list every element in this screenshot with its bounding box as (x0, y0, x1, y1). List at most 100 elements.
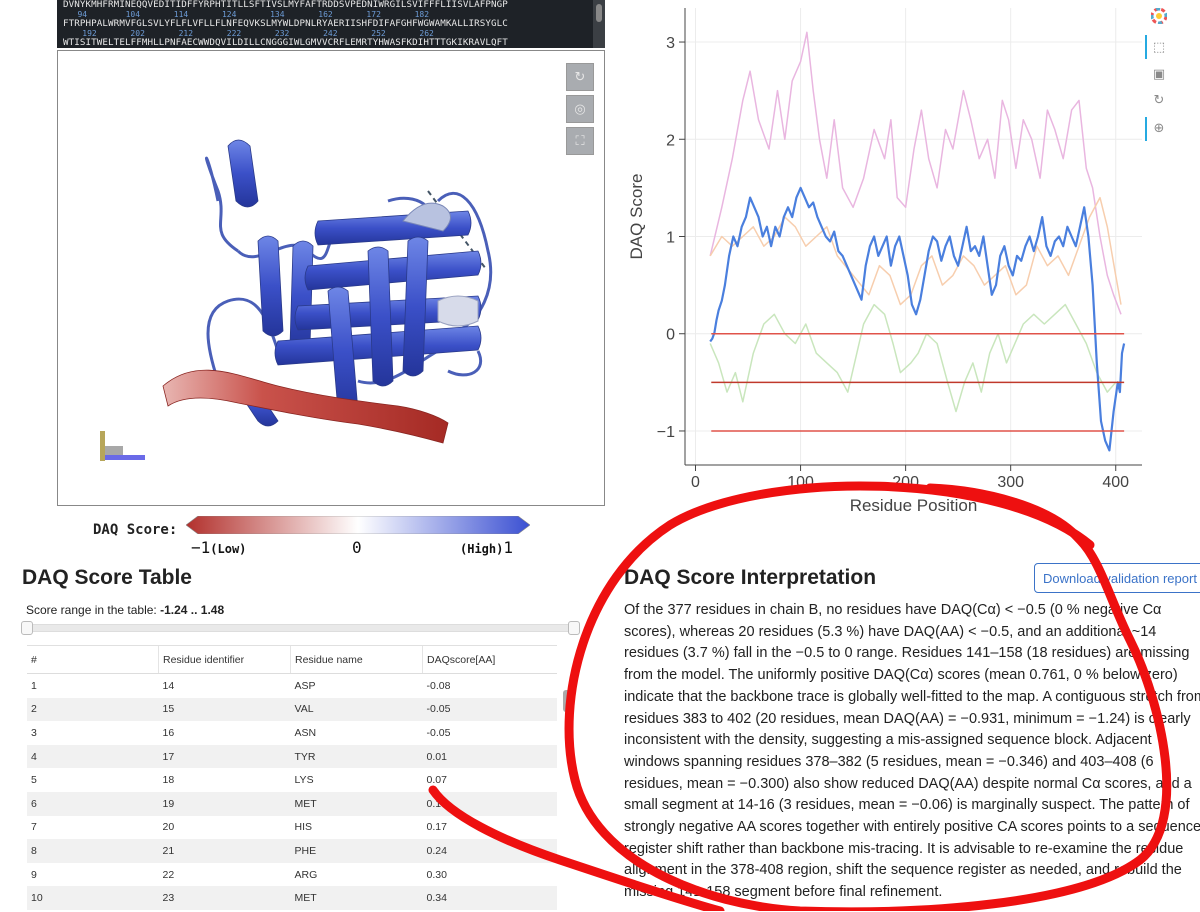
box-zoom-icon[interactable]: ⬚ (1150, 38, 1168, 56)
table-cell: 22 (159, 863, 291, 887)
table-cell: 0.34 (423, 886, 558, 910)
table-cell: 0.17 (423, 816, 558, 840)
range-label: Score range in the table: (26, 603, 157, 617)
table-cell: 0.24 (423, 839, 558, 863)
download-report-button[interactable]: Download validation report (1034, 563, 1200, 593)
series-line (710, 198, 1121, 305)
table-cell: 7 (27, 816, 159, 840)
table-cell: ASN (291, 721, 423, 745)
x-tick-label: 400 (1102, 474, 1129, 491)
table-row[interactable]: 215VAL-0.05 (27, 698, 557, 722)
table-cell: 0.01 (423, 745, 558, 769)
table-row[interactable]: 114ASP-0.08 (27, 674, 557, 698)
interpretation-title: DAQ Score Interpretation (624, 566, 876, 590)
reset-icon[interactable]: ↻ (1150, 91, 1168, 109)
score-table: # Residue identifier Residue name DAQsco… (27, 646, 557, 912)
colorbar-low-label: (Low) (210, 542, 246, 556)
range-slider[interactable] (22, 624, 577, 632)
table-cell: -0.08 (423, 674, 558, 698)
spin-icon: ↻ (575, 70, 586, 85)
slider-max-handle[interactable] (568, 621, 580, 635)
fullscreen-icon: ⛶ (575, 134, 584, 149)
table-cell: 1 (27, 674, 159, 698)
y-tick-label: 1 (666, 230, 675, 247)
axes-indicator (100, 431, 145, 461)
range-text: Score range in the table: -1.24 .. 1.48 (26, 603, 224, 617)
column-header[interactable]: DAQscore[AA] (423, 646, 558, 674)
table-cell: 2 (27, 698, 159, 722)
table-cell: 6 (27, 792, 159, 816)
colorbar-high-value: 1 (503, 538, 513, 557)
sequence-scrollbar[interactable] (593, 0, 605, 48)
protein-cartoon (58, 51, 604, 505)
table-cell: 17 (159, 745, 291, 769)
sequence-line: FTRPHPALWRMVFGLSVLYFLFLVFLLFLNFEQVKSLMYW… (63, 19, 589, 30)
slider-min-handle[interactable] (21, 621, 33, 635)
table-cell: 9 (27, 863, 159, 887)
sequence-panel: DVNYKMHFRMINEQQVEDITIDFFYRPHTITLLSFTIVSL… (57, 0, 593, 48)
structure-viewer[interactable]: ↻ ◎ ⛶ (57, 50, 605, 506)
table-cell: 21 (159, 839, 291, 863)
table-cell: 15 (159, 698, 291, 722)
column-header[interactable]: Residue name (291, 646, 423, 674)
y-tick-label: −1 (657, 424, 675, 441)
table-cell: MET (291, 792, 423, 816)
fullscreen-button[interactable]: ⛶ (566, 127, 594, 155)
table-row[interactable]: 821PHE0.24 (27, 839, 557, 863)
table-cell: MET (291, 886, 423, 910)
scrollbar-thumb[interactable] (596, 4, 602, 22)
table-cell: HIS (291, 816, 423, 840)
table-cell: TYR (291, 745, 423, 769)
table-cell: 23 (159, 886, 291, 910)
active-tool-marker (1145, 117, 1147, 141)
table-body: 114ASP-0.08215VAL-0.05316ASN-0.05417TYR0… (27, 674, 557, 912)
table-row[interactable]: 417TYR0.01 (27, 745, 557, 769)
table-cell: 20 (159, 816, 291, 840)
table-row[interactable]: 518LYS0.07 (27, 768, 557, 792)
table-cell: 3 (27, 721, 159, 745)
table-cell: 14 (159, 674, 291, 698)
center-button[interactable]: ◎ (566, 95, 594, 123)
crosshair-icon[interactable]: ⊕ (1150, 119, 1168, 137)
table-title: DAQ Score Table (22, 566, 192, 590)
x-tick-label: 100 (787, 474, 814, 491)
table-cell: PHE (291, 839, 423, 863)
table-cell: LYS (291, 768, 423, 792)
x-tick-label: 300 (997, 474, 1024, 491)
save-icon[interactable]: ▣ (1150, 65, 1168, 83)
center-icon: ◎ (574, 102, 585, 117)
bokeh-logo-icon[interactable] (1150, 7, 1168, 25)
colorbar-low: −1(Low) (191, 538, 246, 557)
table-cell: 18 (159, 768, 291, 792)
table-cell: 8 (27, 839, 159, 863)
x-tick-label: 0 (691, 474, 700, 491)
y-tick-label: 3 (666, 35, 675, 52)
table-cell: 4 (27, 745, 159, 769)
sequence-line: WTISITWELTELFFMHLLPNFAECWWDQVILDILLCNGGG… (63, 38, 589, 48)
colorbar-mid-value: 0 (352, 538, 362, 557)
colorbar (186, 516, 530, 534)
interpretation-text: Of the 377 residues in chain B, no resid… (624, 600, 1200, 904)
series-line (710, 305, 1115, 412)
table-cell: ASP (291, 674, 423, 698)
table-row[interactable]: 922ARG0.30 (27, 863, 557, 887)
table-row[interactable]: 316ASN-0.05 (27, 721, 557, 745)
column-header[interactable]: Residue identifier (159, 646, 291, 674)
table-cell: 0.07 (423, 768, 558, 792)
y-tick-label: 0 (666, 327, 675, 344)
table-cell: 5 (27, 768, 159, 792)
column-header[interactable]: # (27, 646, 159, 674)
table-row[interactable]: 720HIS0.17 (27, 816, 557, 840)
sequence-line: DVNYKMHFRMINEQQVEDITIDFFYRPHTITLLSFTIVSL… (63, 0, 589, 11)
table-cell: 10 (27, 886, 159, 910)
spin-button[interactable]: ↻ (566, 63, 594, 91)
table-cell: 19 (159, 792, 291, 816)
table-scrollbar[interactable] (563, 690, 571, 712)
range-value: -1.24 .. 1.48 (160, 603, 224, 617)
table-row[interactable]: 619MET0.14 (27, 792, 557, 816)
daq-chart[interactable]: 0100200300400−10123Residue PositionDAQ S… (620, 0, 1145, 520)
x-axis-label: Residue Position (850, 496, 978, 515)
table-cell: 16 (159, 721, 291, 745)
colorbar-high-label: (High) (460, 542, 503, 556)
table-row[interactable]: 1023MET0.34 (27, 886, 557, 910)
